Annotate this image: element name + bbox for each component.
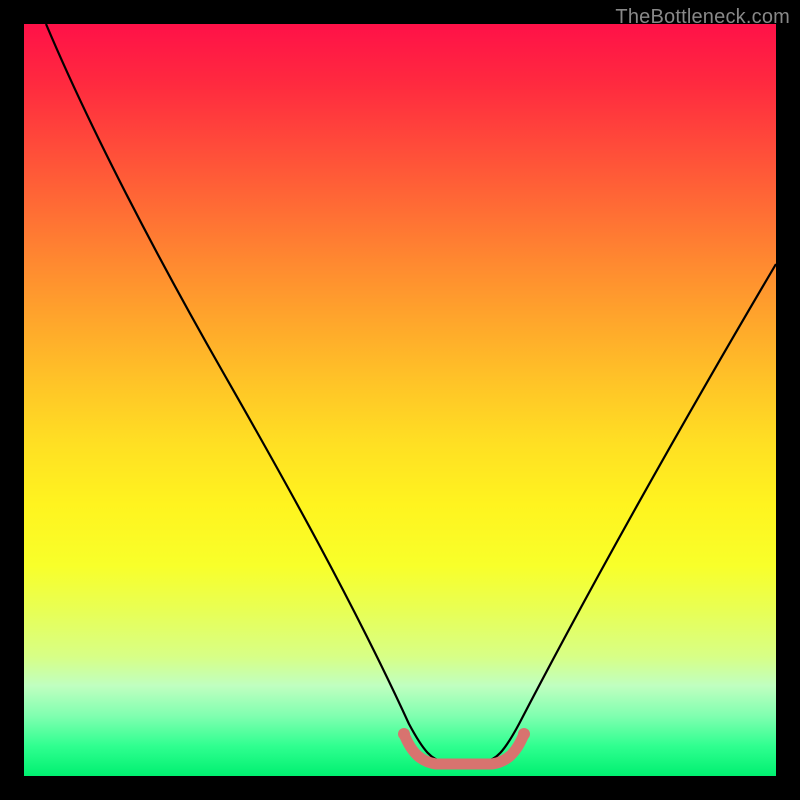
- bottleneck-curve-line: [46, 24, 776, 762]
- optimal-marker-dot-right: [518, 728, 530, 740]
- optimal-marker-dot-left: [398, 728, 410, 740]
- chart-svg: [24, 24, 776, 776]
- watermark-text: TheBottleneck.com: [615, 6, 790, 29]
- chart-plot-area: [24, 24, 776, 776]
- optimal-zone-marker-line: [404, 734, 524, 764]
